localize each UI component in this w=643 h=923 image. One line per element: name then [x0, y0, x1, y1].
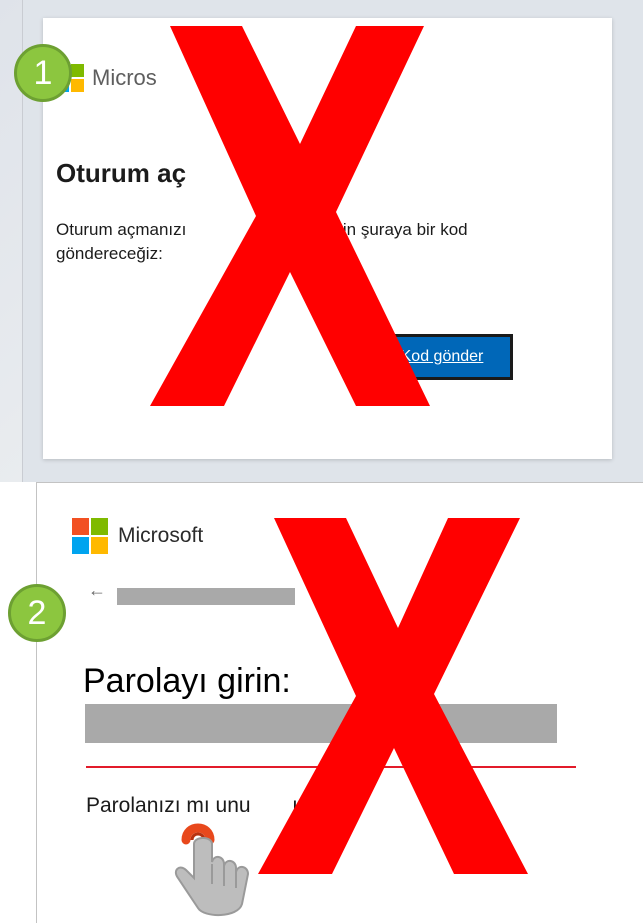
step-badge-1: 1	[14, 44, 72, 102]
back-arrow-icon[interactable]: ←	[88, 580, 106, 601]
brand-name: Microsoft	[118, 524, 204, 547]
forgot-link-part-1: Parolanızı mı unu	[86, 794, 251, 817]
description-line-2: göndereceğiz:	[56, 244, 163, 263]
brand-name: Micros	[92, 65, 157, 90]
cross-x-icon	[258, 518, 528, 874]
cross-x-icon	[150, 26, 430, 406]
step-badge-2: 2	[8, 584, 66, 642]
hand-pointer-icon	[174, 823, 250, 916]
microsoft-logo-icon	[72, 518, 108, 554]
